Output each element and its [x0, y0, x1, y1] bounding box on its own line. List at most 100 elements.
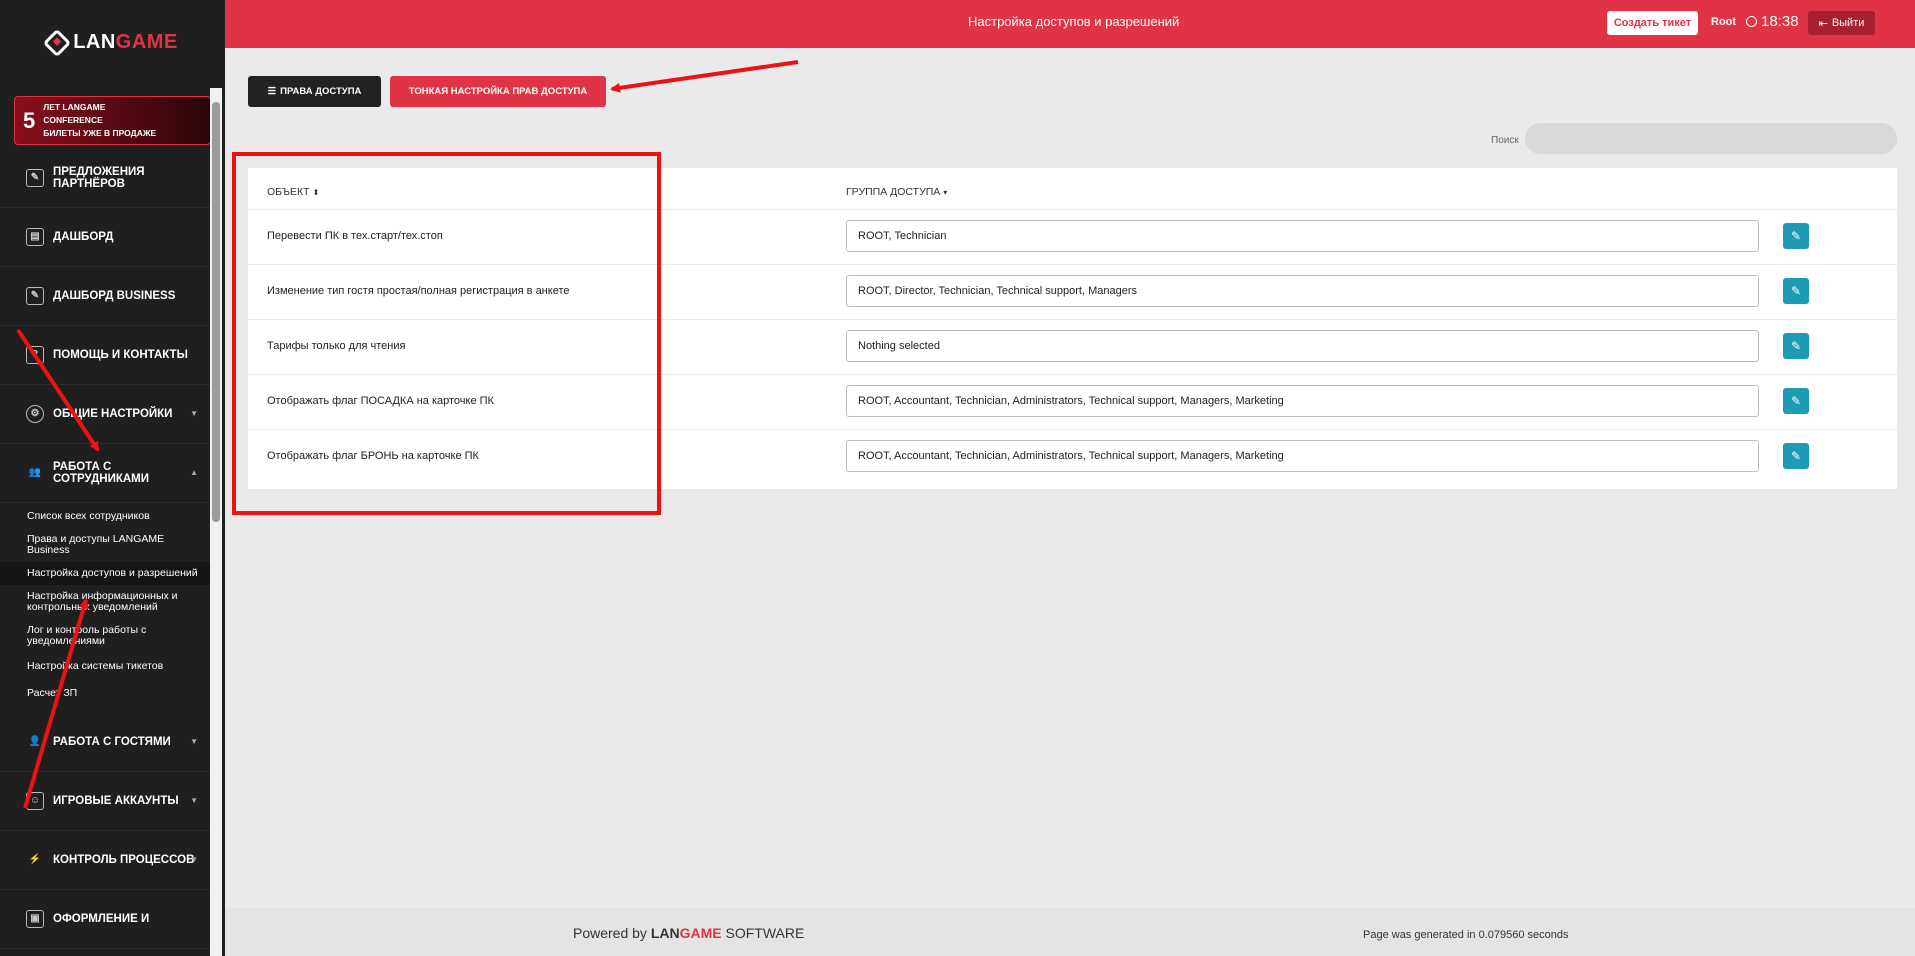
submenu-item-business-rights[interactable]: Права и доступы LANGAME Business — [0, 528, 210, 562]
table-row: Отображать флаг ПОСАДКА на карточке ПК R… — [248, 374, 1897, 429]
sidebar-item-staff[interactable]: 👥 РАБОТА С СОТРУДНИКАМИ ▲ — [0, 444, 210, 503]
chevron-down-icon: ▼ — [190, 796, 198, 805]
sidebar-item-label: ДАШБОРД — [53, 231, 114, 243]
chevron-up-icon: ▲ — [190, 468, 198, 477]
edit-button[interactable]: ✎ — [1783, 278, 1809, 304]
edit-button[interactable]: ✎ — [1783, 223, 1809, 249]
pencil-icon: ✎ — [1790, 229, 1802, 243]
row-object: Отображать флаг БРОНЬ на карточке ПК — [267, 450, 479, 462]
tab-label: ПРАВА ДОСТУПА — [280, 86, 362, 97]
table-row: Перевести ПК в тех.старт/тех.стоп ROOT, … — [248, 209, 1897, 264]
group-select[interactable]: Nothing selected — [846, 330, 1759, 362]
row-object: Перевести ПК в тех.старт/тех.стоп — [267, 230, 443, 242]
group-select[interactable]: ROOT, Accountant, Technician, Administra… — [846, 385, 1759, 417]
edit-button[interactable]: ✎ — [1783, 443, 1809, 469]
clock: 18:38 — [1746, 13, 1799, 30]
sidebar-scrollbar[interactable] — [210, 88, 222, 956]
sidebar-item-guests[interactable]: 👤 РАБОТА С ГОСТЯМИ ▼ — [0, 713, 210, 772]
group-select[interactable]: ROOT, Accountant, Technician, Administra… — [846, 440, 1759, 472]
sidebar-nav: ✎ ПРЕДЛОЖЕНИЯ ПАРТНЁРОВ ▤ ДАШБОРД ✎ ДАШБ… — [0, 149, 210, 949]
column-header-object[interactable]: ОБЪЕКТ ⬍ — [267, 186, 319, 198]
edit-button[interactable]: ✎ — [1783, 333, 1809, 359]
access-table: ОБЪЕКТ ⬍ ГРУППА ДОСТУПА ▾ Перевести ПК в т… — [248, 168, 1897, 489]
row-object: Тарифы только для чтения — [267, 340, 406, 352]
promo-line-2: CONFERENCE — [43, 115, 103, 125]
logo-mark-icon — [43, 28, 72, 57]
row-object: Изменение тип гостя простая/полная регис… — [267, 285, 570, 297]
footer-brand-left: LAN — [650, 925, 680, 941]
sidebar-item-dashboard-business[interactable]: ✎ ДАШБОРД BUSINESS — [0, 267, 210, 326]
sidebar-item-label: ПРЕДЛОЖЕНИЯ ПАРТНЁРОВ — [53, 166, 145, 190]
footer-brand-right: GAME — [679, 925, 722, 941]
sidebar-item-label: ИГРОВЫЕ АККАУНТЫ — [53, 795, 179, 807]
sidebar-item-game-accounts[interactable]: ☺ ИГРОВЫЕ АККАУНТЫ ▼ — [0, 772, 210, 831]
powered-by: Powered by LANGAME SOFTWARE — [573, 925, 805, 941]
clock-icon — [1746, 16, 1757, 27]
book-icon: ▤ — [26, 228, 44, 246]
gear-icon: ⚙ — [26, 405, 44, 423]
logo-text-right: GAME — [115, 31, 178, 53]
chevron-down-icon: ▼ — [190, 737, 198, 746]
sidebar-item-help[interactable]: ? ПОМОЩЬ И КОНТАКТЫ — [0, 326, 210, 385]
sidebar-item-label: ОФОРМЛЕНИЕ И — [53, 913, 150, 925]
table-row: Отображать флаг БРОНЬ на карточке ПК ROO… — [248, 429, 1897, 484]
topbar: Настройка доступов и разрешений Создать … — [225, 0, 1915, 48]
sidebar-item-label: ДАШБОРД BUSINESS — [53, 290, 176, 302]
chevron-down-icon: ▼ — [190, 855, 198, 864]
annotation-arrow-tab — [610, 60, 799, 93]
search-input[interactable] — [1525, 123, 1897, 154]
group-select[interactable]: ROOT, Director, Technician, Technical su… — [846, 275, 1759, 307]
logout-label: Выйти — [1831, 17, 1865, 29]
design-icon: ▣ — [26, 910, 44, 928]
conference-promo-banner[interactable]: 5 лет LANGAME CONFERENCE БИЛЕТЫ УЖЕ В ПР… — [14, 96, 211, 145]
sidebar-item-process-control[interactable]: ⚡ КОНТРОЛЬ ПРОЦЕССОВ ▼ — [0, 831, 210, 890]
submenu-item-staff-list[interactable]: Список всех сотрудников — [0, 503, 210, 528]
sidebar-item-label: РАБОТА С СОТРУДНИКАМИ — [53, 461, 150, 485]
table-row: Изменение тип гостя простая/полная регис… — [248, 264, 1897, 319]
logo-text-left: LAN — [73, 31, 116, 53]
tab-access-rights[interactable]: ☰ ПРАВА ДОСТУПА — [248, 76, 381, 107]
table-row: Тарифы только для чтения Nothing selecte… — [248, 319, 1897, 374]
submenu-item-notification-log[interactable]: Лог и контроль работы с уведомлениями — [0, 619, 210, 653]
pencil-icon: ✎ — [1790, 339, 1802, 353]
chevron-down-icon: ▼ — [190, 409, 198, 418]
pencil-icon: ✎ — [1790, 394, 1802, 408]
tab-label: ТОНКАЯ НАСТРОЙКА ПРАВ ДОСТУПА — [408, 86, 588, 97]
sidebar-item-dashboard[interactable]: ▤ ДАШБОРД — [0, 208, 210, 267]
sidebar-item-label: ПОМОЩЬ И КОНТАКТЫ — [53, 349, 188, 361]
group-select[interactable]: ROOT, Technician — [846, 220, 1759, 252]
account-icon: ☺ — [26, 792, 44, 810]
users-icon: 👥 — [28, 467, 42, 478]
sidebar-item-partners[interactable]: ✎ ПРЕДЛОЖЕНИЯ ПАРТНЁРОВ — [0, 149, 210, 208]
submenu-item-notification-settings[interactable]: Настройка информационных и контрольных у… — [0, 585, 210, 619]
sidebar: LANGAME 5 лет LANGAME CONFERENCE БИЛЕТЫ … — [0, 0, 225, 956]
column-header-group[interactable]: ГРУППА ДОСТУПА ▾ — [846, 186, 947, 198]
generation-time: Page was generated in 0.079560 seconds — [1363, 929, 1569, 941]
submenu-item-ticket-settings[interactable]: Настройка системы тикетов — [0, 653, 210, 682]
langame-logo[interactable]: LANGAME — [0, 0, 225, 85]
sort-desc-icon: ▾ — [943, 188, 948, 197]
sort-icon: ⬍ — [312, 188, 320, 197]
logout-button[interactable]: ⇤ Выйти — [1808, 11, 1875, 35]
edit-button[interactable]: ✎ — [1783, 388, 1809, 414]
clock-time: 18:38 — [1761, 13, 1799, 30]
sidebar-item-label: ОБЩИЕ НАСТРОЙКИ — [53, 408, 173, 420]
search-label: Поиск — [1491, 135, 1519, 146]
edit-icon: ✎ — [26, 169, 44, 187]
promo-number: 5 — [23, 107, 36, 133]
page-title: Настройка доступов и разрешений — [968, 14, 1180, 29]
sidebar-item-label: РАБОТА С ГОСТЯМИ — [53, 736, 171, 748]
submenu-item-access-settings[interactable]: Настройка доступов и разрешений — [0, 562, 210, 585]
promo-line-3: БИЛЕТЫ УЖЕ В ПРОДАЖЕ — [43, 128, 157, 138]
tab-fine-tuning[interactable]: ТОНКАЯ НАСТРОЙКА ПРАВ ДОСТУПА — [390, 76, 606, 107]
guests-icon: 👤 — [28, 736, 42, 747]
help-icon: ? — [26, 346, 44, 364]
username[interactable]: Root — [1711, 16, 1736, 28]
sidebar-item-design[interactable]: ▣ ОФОРМЛЕНИЕ И — [0, 890, 210, 949]
create-ticket-button[interactable]: Создать тикет — [1607, 11, 1698, 35]
sidebar-item-general-settings[interactable]: ⚙ ОБЩИЕ НАСТРОЙКИ ▼ — [0, 385, 210, 444]
sidebar-scrollbar-thumb[interactable] — [212, 102, 220, 522]
submenu-item-salary[interactable]: Расчет ЗП — [0, 682, 210, 713]
promo-line-1: лет LANGAME — [43, 102, 106, 112]
pencil-icon: ✎ — [1790, 449, 1802, 463]
